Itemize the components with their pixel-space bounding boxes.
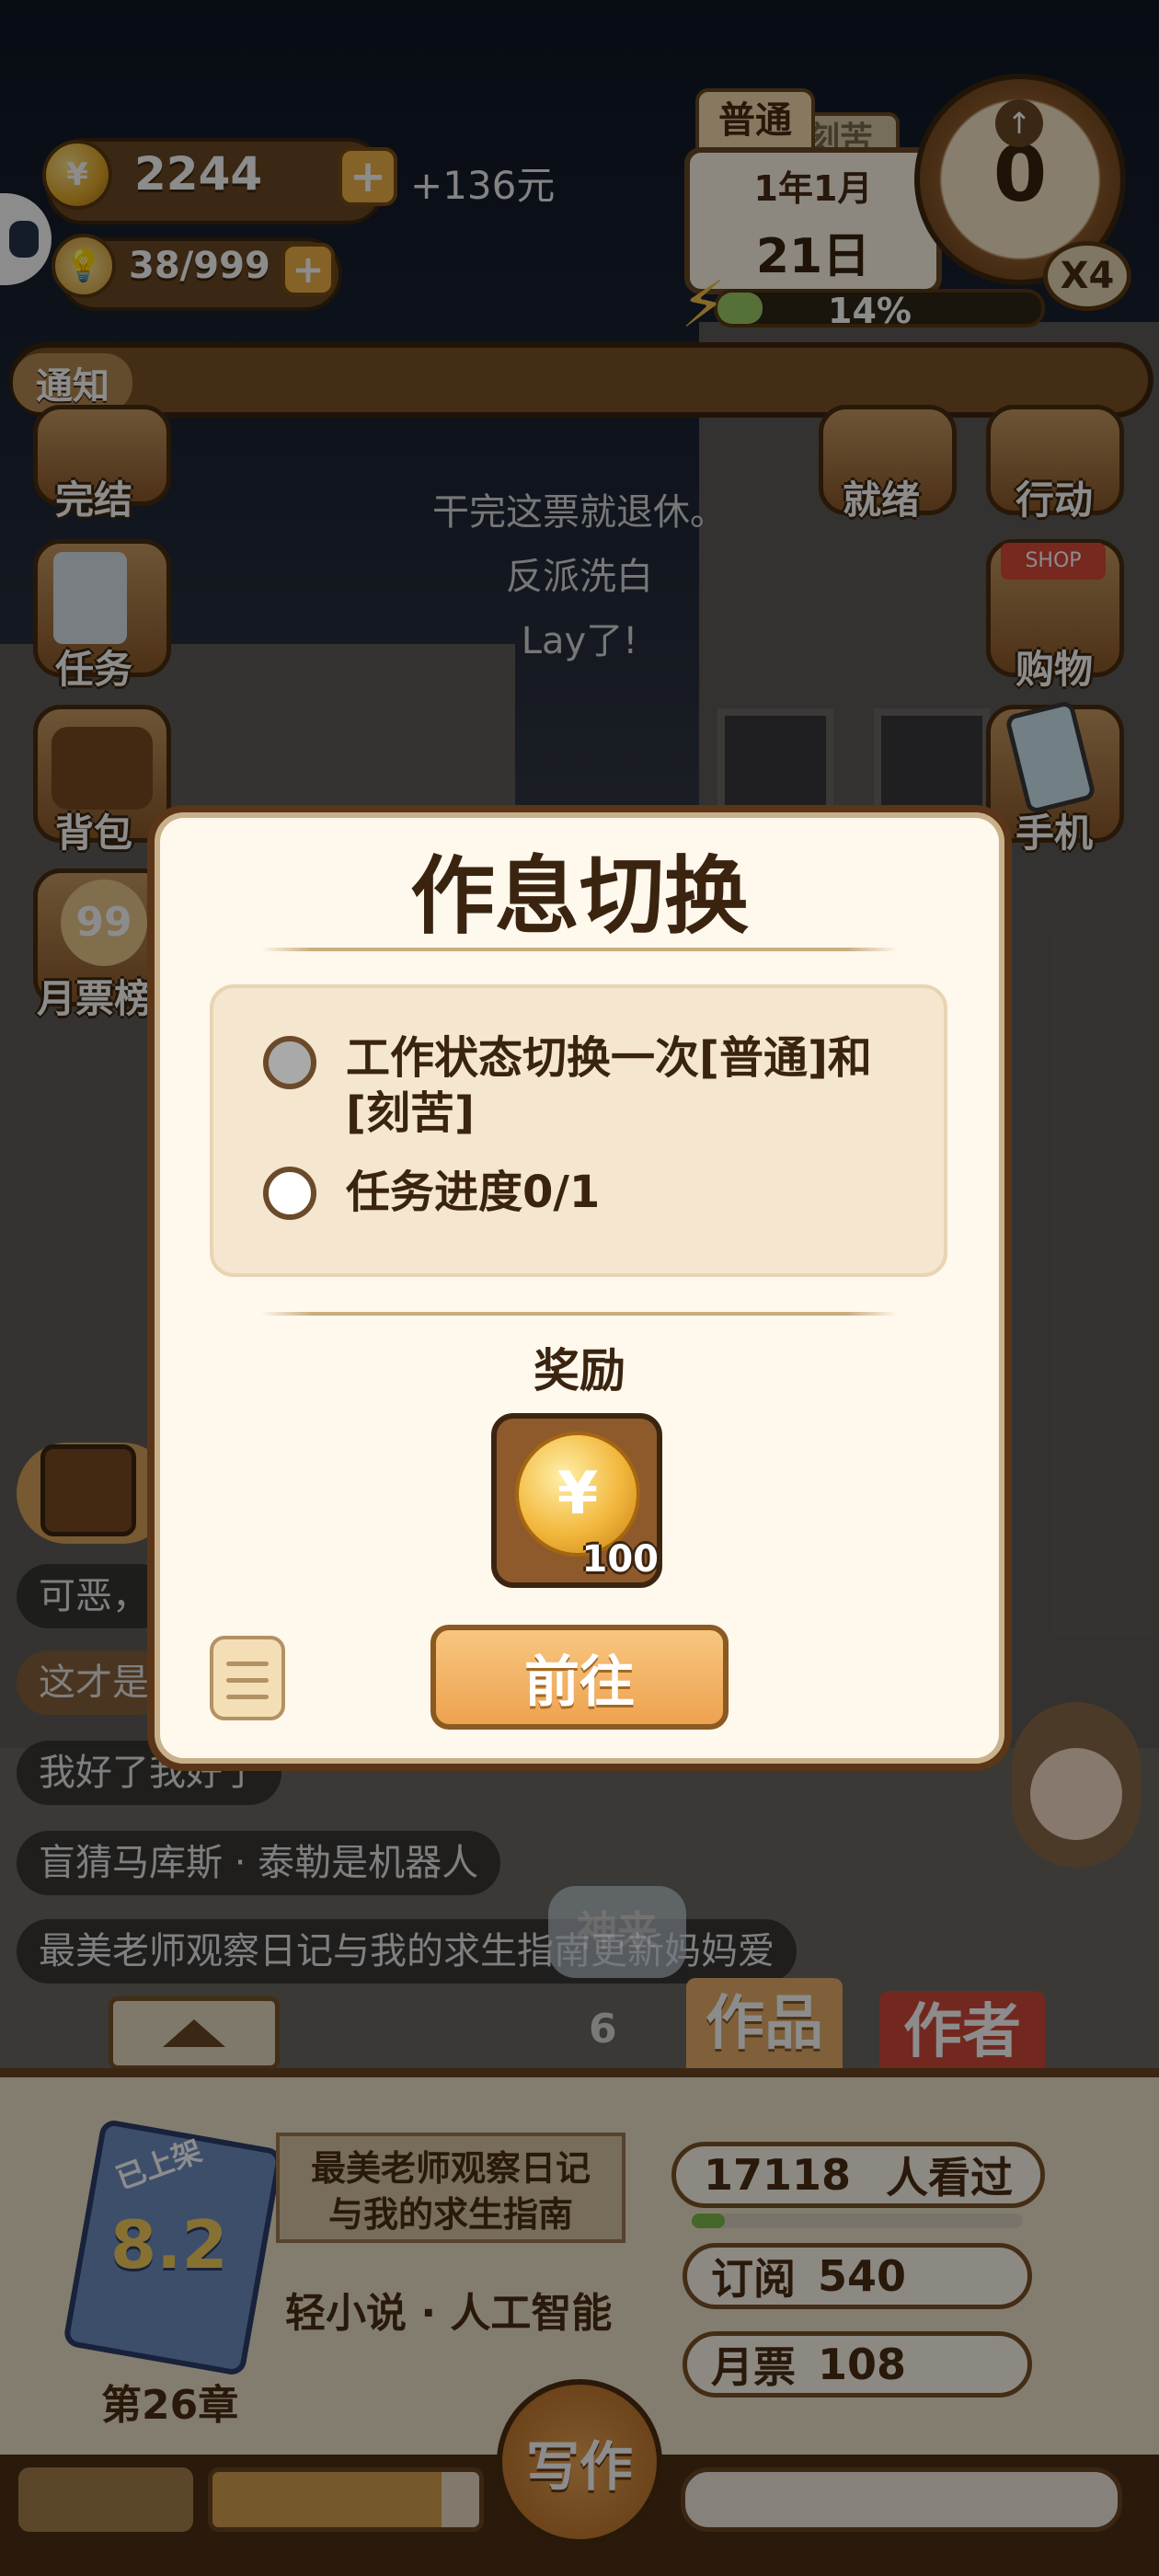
- divider: [261, 948, 898, 951]
- views-value: 17118: [704, 2150, 852, 2200]
- reward-count: 100: [581, 1538, 660, 1581]
- views-stat: 17118 人看过: [671, 2142, 1045, 2208]
- book-title-line1: 最美老师观察日记: [310, 2148, 591, 2189]
- monthly-label: 月票: [711, 2342, 796, 2392]
- subscribe-label: 订阅: [711, 2254, 796, 2304]
- subscribe-value: 540: [818, 2251, 907, 2301]
- task-text: 工作状态切换一次[普通]和[刻苦]: [346, 1032, 872, 1139]
- reward-label: 奖励: [534, 1344, 625, 1397]
- task-text: 任务进度0/1: [346, 1167, 601, 1218]
- task-status-pending-icon: [263, 1167, 316, 1220]
- views-progress: [692, 2214, 1023, 2228]
- bottom-slot-left[interactable]: [18, 2467, 193, 2532]
- book-chapter: 第26章: [101, 2382, 239, 2429]
- go-button[interactable]: 前往: [430, 1625, 729, 1730]
- monthly-ticket-stat: 月票 108: [683, 2331, 1032, 2398]
- book-genre: 轻小说 · 人工智能: [285, 2290, 613, 2337]
- energy-bar: [208, 2467, 484, 2532]
- task-status-done-icon: [263, 1036, 316, 1089]
- book-title-line2: 与我的求生指南: [327, 2194, 573, 2235]
- list-icon[interactable]: [210, 1636, 285, 1720]
- monthly-value: 108: [818, 2340, 907, 2389]
- divider: [261, 1312, 898, 1316]
- subscribe-stat: 订阅 540: [683, 2243, 1032, 2309]
- book-score: 8.2: [110, 2206, 228, 2283]
- views-label: 人看过: [886, 2153, 1013, 2202]
- write-progress-bar: [681, 2467, 1122, 2532]
- write-button[interactable]: 写作: [497, 2379, 662, 2545]
- modal-title: 作息切换: [409, 847, 749, 946]
